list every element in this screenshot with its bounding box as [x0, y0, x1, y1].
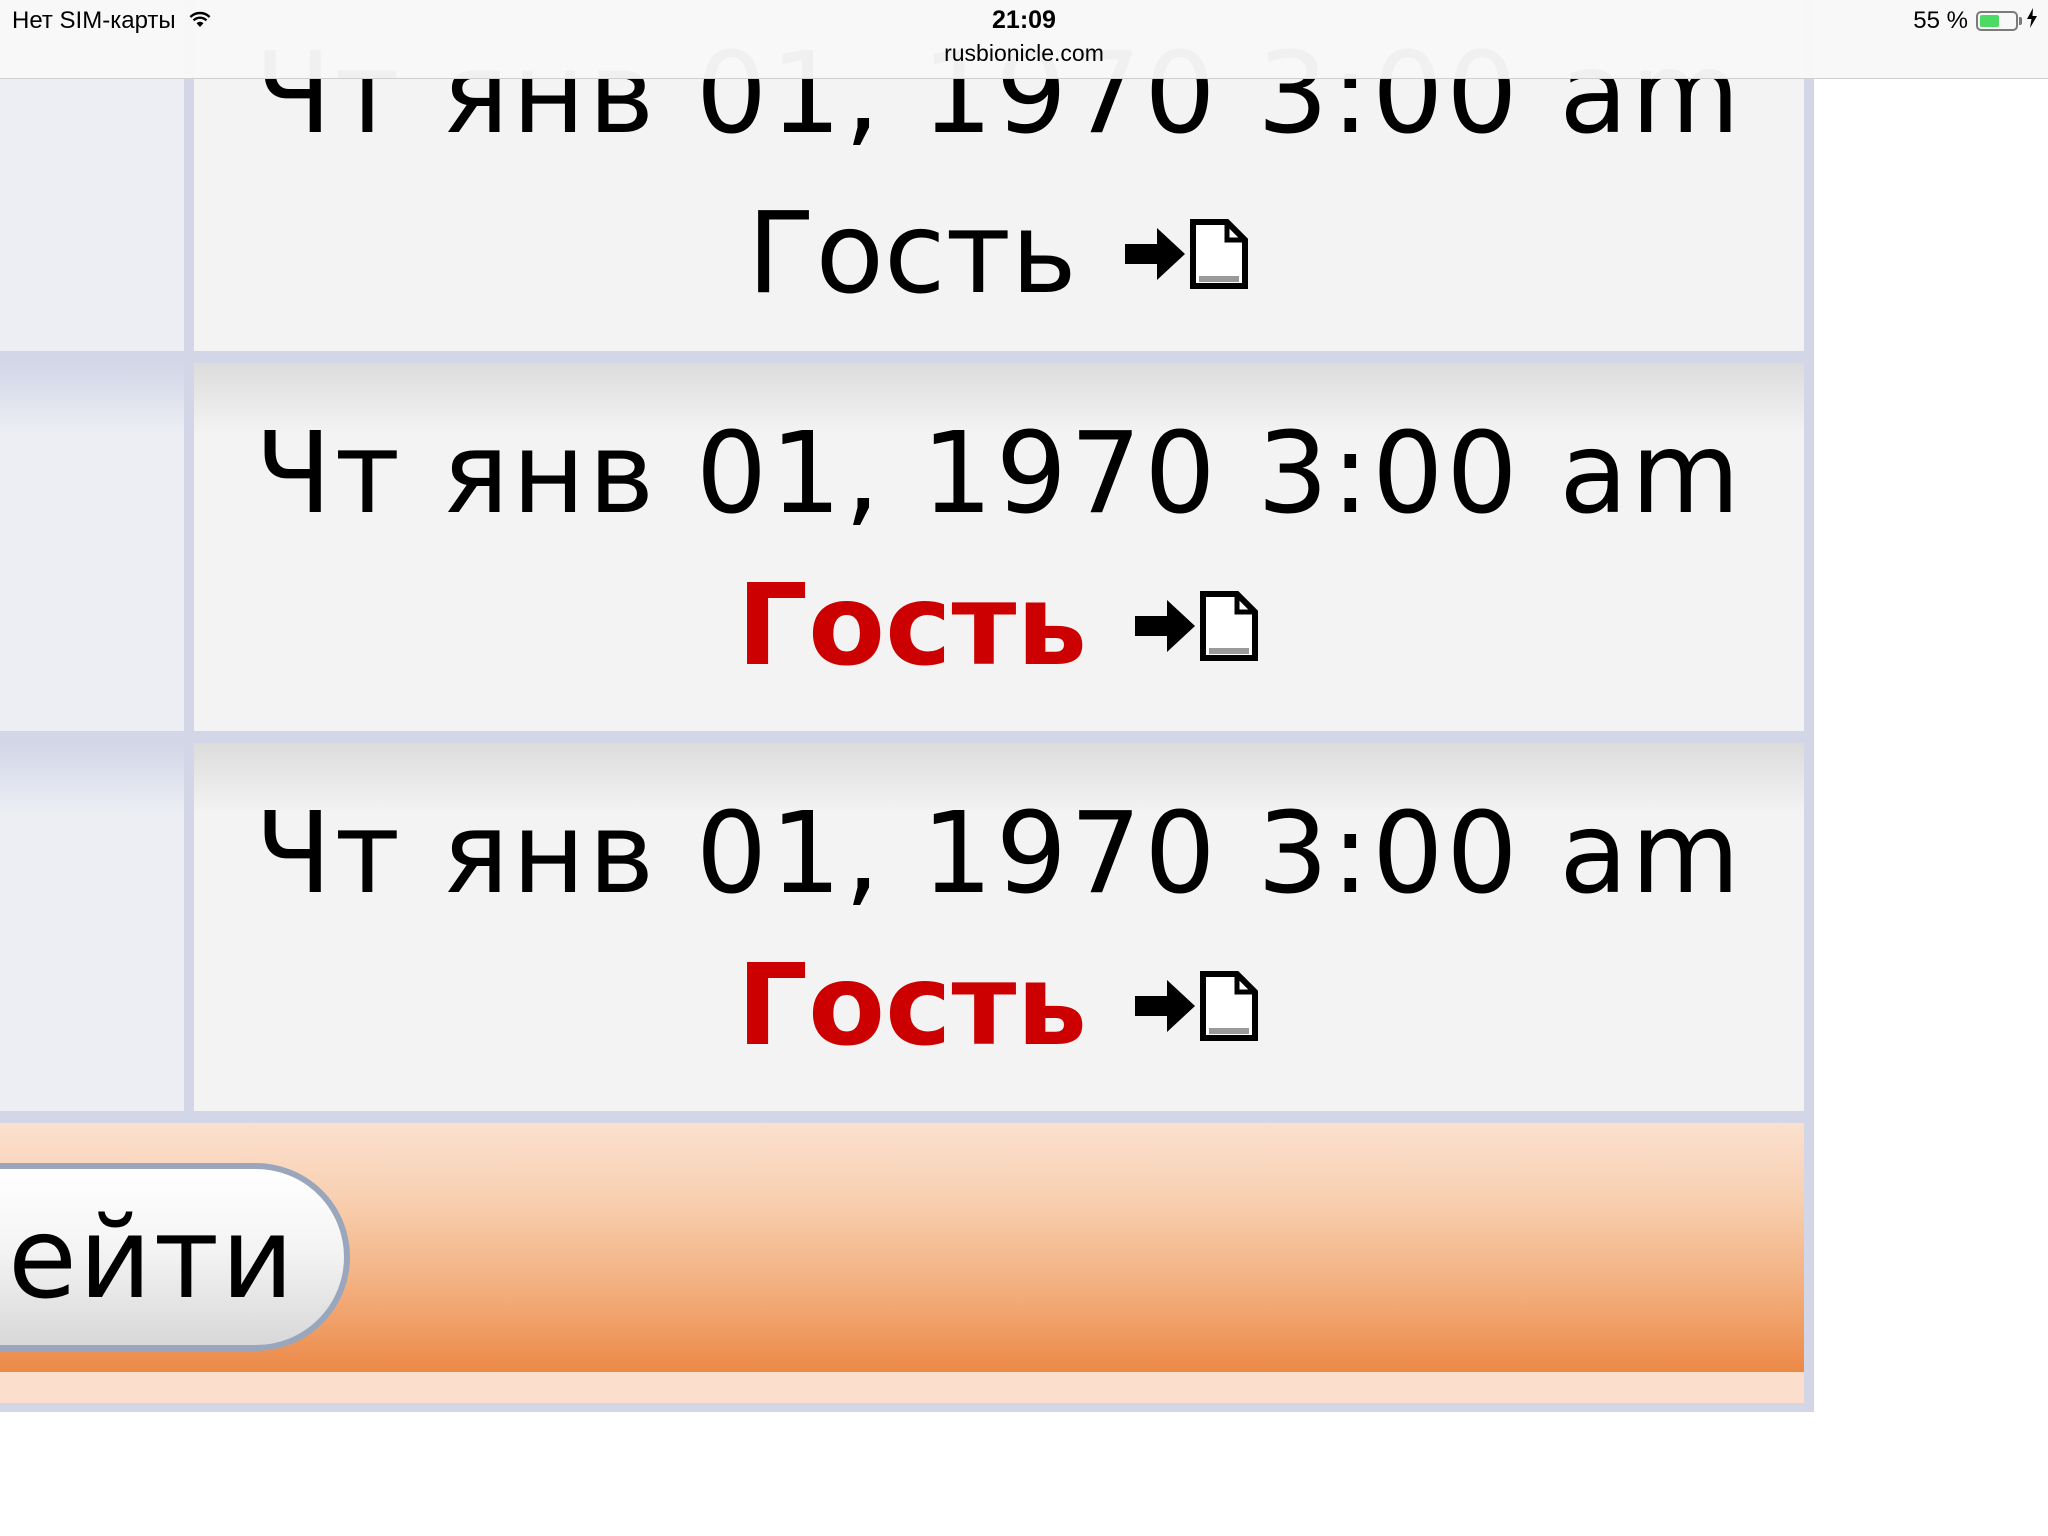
- go-button-label: ейти: [8, 1194, 296, 1324]
- battery-percent: 55 %: [1913, 7, 1968, 34]
- topic-list-table: Чт янв 01, 1970 3:00 am Гость Чт янв 01,…: [0, 0, 1814, 1412]
- last-post-author[interactable]: Гость: [747, 198, 1077, 310]
- last-post-author-line: Гость: [194, 198, 1804, 310]
- arrow-to-page-icon: [1124, 219, 1248, 289]
- goto-last-post-link[interactable]: [1121, 218, 1251, 290]
- last-post-author[interactable]: Гость: [737, 570, 1087, 682]
- go-button[interactable]: ейти: [0, 1163, 350, 1351]
- last-post-date: Чт янв 01, 1970 3:00 am: [254, 789, 1744, 919]
- topic-info-cell: [0, 743, 184, 1111]
- last-post-author-line: Гость: [194, 950, 1804, 1062]
- goto-last-post-link[interactable]: [1131, 970, 1261, 1042]
- battery-icon: [1976, 11, 2018, 31]
- topic-row: Чт янв 01, 1970 3:00 am Гость: [0, 363, 1814, 731]
- safari-top-bar: Нет SIM-карты 21:09 rusbionicle.com 55 %: [0, 0, 2048, 79]
- battery-tip: [2019, 17, 2022, 25]
- topic-info-cell: [0, 363, 184, 731]
- battery-status: 55 %: [1913, 7, 2038, 35]
- battery-level-fill: [1980, 15, 1999, 27]
- goto-last-post-link[interactable]: [1131, 590, 1261, 662]
- arrow-to-page-icon: [1135, 591, 1259, 661]
- arrow-to-page-icon: [1135, 971, 1259, 1041]
- topic-row: Чт янв 01, 1970 3:00 am Гость: [0, 743, 1814, 1111]
- last-post-cell: Чт янв 01, 1970 3:00 am Гость: [194, 743, 1804, 1111]
- footer-strip: [0, 1372, 1804, 1403]
- last-post-cell: Чт янв 01, 1970 3:00 am Гость: [194, 363, 1804, 731]
- last-post-author-line: Гость: [194, 570, 1804, 682]
- page: Чт янв 01, 1970 3:00 am Гость Чт янв 01,…: [0, 0, 2048, 1536]
- address-bar-url[interactable]: rusbionicle.com: [0, 40, 2048, 67]
- table-footer-bar: ейти: [0, 1123, 1804, 1403]
- last-post-author[interactable]: Гость: [737, 950, 1087, 1062]
- last-post-date: Чт янв 01, 1970 3:00 am: [254, 409, 1744, 539]
- bolt-icon: [2026, 7, 2038, 35]
- status-clock: 21:09: [992, 6, 1056, 34]
